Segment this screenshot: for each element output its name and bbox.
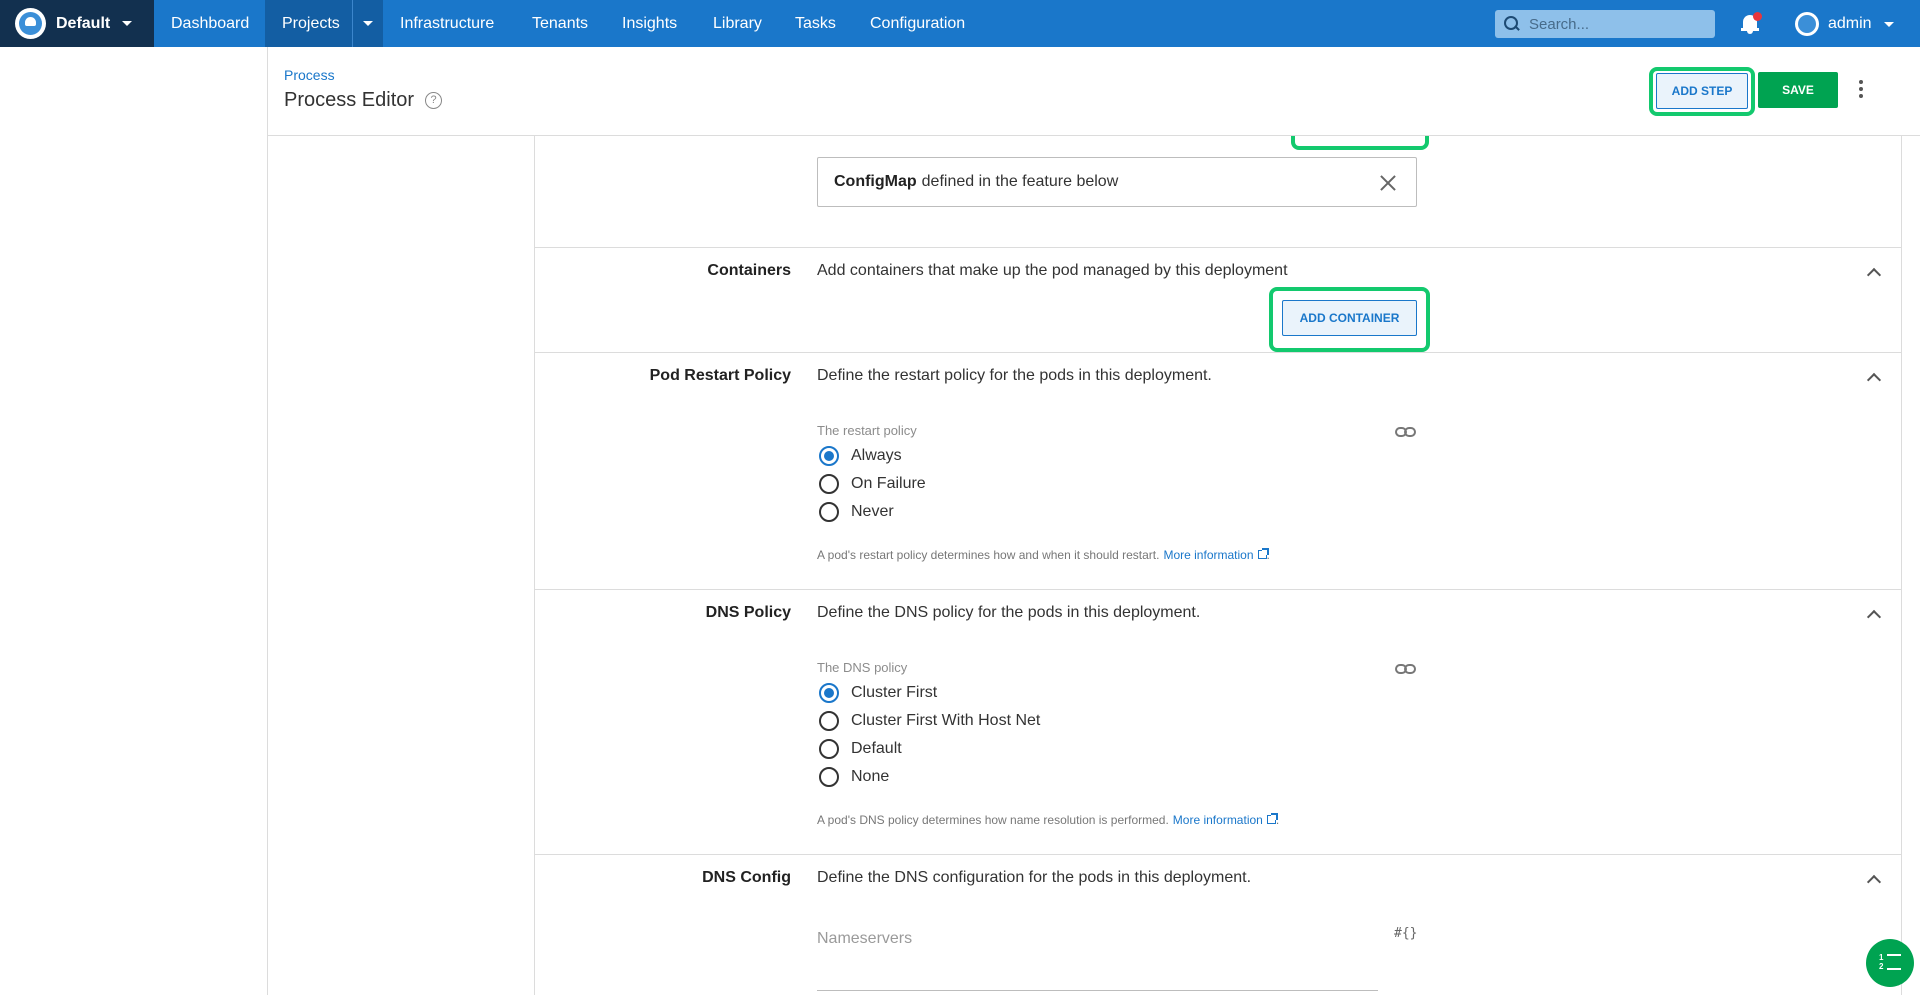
more-options-icon[interactable] xyxy=(1858,80,1864,100)
more-information-link[interactable]: More information xyxy=(1163,548,1253,562)
dns-policy-help: A pod's DNS policy determines how name r… xyxy=(817,813,1279,827)
section-divider xyxy=(534,854,1901,855)
dns-config-description: Define the DNS configuration for the pod… xyxy=(817,869,1252,886)
nav-tenants[interactable]: Tenants xyxy=(515,0,605,47)
avatar xyxy=(1795,12,1819,36)
content-left-border xyxy=(534,136,535,995)
section-divider xyxy=(534,352,1901,353)
chevron-down-icon xyxy=(363,21,373,26)
variable-binding-icon[interactable]: #{} xyxy=(1394,926,1417,941)
containers-label: Containers xyxy=(707,262,791,279)
notification-dot xyxy=(1753,12,1762,21)
radio-label: Default xyxy=(851,740,902,757)
add-container-button[interactable]: ADD CONTAINER xyxy=(1282,300,1417,336)
space-name: Default xyxy=(56,14,111,32)
dns-policy-label: DNS Policy xyxy=(705,604,791,621)
radio-label: Always xyxy=(851,447,902,464)
user-name: admin xyxy=(1828,15,1872,32)
radio-never[interactable]: Never xyxy=(819,502,894,522)
nav-tasks[interactable]: Tasks xyxy=(778,0,853,47)
radio-label: Cluster First With Host Net xyxy=(851,712,1041,729)
restart-policy-description: Define the restart policy for the pods i… xyxy=(817,367,1212,384)
radio-unselected-icon xyxy=(819,711,839,731)
radio-unselected-icon xyxy=(819,739,839,759)
link-icon[interactable] xyxy=(1395,427,1417,439)
chevron-down-icon xyxy=(122,21,133,26)
nav-insights[interactable]: Insights xyxy=(605,0,694,47)
dns-policy-description: Define the DNS policy for the pods in th… xyxy=(817,604,1201,621)
link-icon[interactable] xyxy=(1395,664,1417,676)
more-information-link[interactable]: More information xyxy=(1173,813,1263,827)
nav-configuration[interactable]: Configuration xyxy=(853,0,982,47)
task-list-button[interactable]: 12 xyxy=(1866,939,1914,987)
radio-cluster-first-host-net[interactable]: Cluster First With Host Net xyxy=(819,711,1040,731)
sidebar-divider xyxy=(267,47,268,995)
help-circle-icon[interactable]: ? xyxy=(425,92,442,109)
radio-always[interactable]: Always xyxy=(819,446,902,466)
external-link-icon xyxy=(1266,813,1278,824)
section-divider xyxy=(534,589,1901,590)
nav-dashboard[interactable]: Dashboard xyxy=(154,0,266,47)
radio-label: On Failure xyxy=(851,475,926,492)
task-list-icon: 12 xyxy=(1879,954,1901,972)
radio-label: Never xyxy=(851,503,894,520)
breadcrumb[interactable]: Process xyxy=(284,67,335,83)
nav-projects[interactable]: Projects xyxy=(265,0,357,47)
close-icon[interactable] xyxy=(1380,175,1396,191)
restart-policy-help: A pod's restart policy determines how an… xyxy=(817,548,1270,562)
chevron-up-icon[interactable] xyxy=(1867,371,1879,383)
octopus-logo-icon xyxy=(15,8,46,39)
nav-infrastructure[interactable]: Infrastructure xyxy=(383,0,511,47)
search-input[interactable] xyxy=(1529,15,1709,33)
nameservers-input[interactable]: Nameservers xyxy=(817,930,912,948)
add-step-button[interactable]: ADD STEP xyxy=(1656,73,1748,109)
projects-dropdown-button[interactable] xyxy=(352,0,383,47)
user-menu[interactable]: admin xyxy=(1795,10,1894,38)
radio-unselected-icon xyxy=(819,502,839,522)
radio-label: Cluster First xyxy=(851,684,938,701)
radio-label: None xyxy=(851,768,890,785)
save-button[interactable]: SAVE xyxy=(1758,72,1838,108)
restart-policy-field-label: The restart policy xyxy=(817,423,917,438)
chevron-up-icon[interactable] xyxy=(1867,873,1879,885)
chevron-up-icon[interactable] xyxy=(1867,608,1879,620)
bell-icon[interactable] xyxy=(1740,12,1762,35)
radio-cluster-first[interactable]: Cluster First xyxy=(819,683,937,703)
chevron-down-icon xyxy=(1883,21,1894,27)
content-right-border xyxy=(1901,136,1902,995)
help-text: A pod's restart policy determines how an… xyxy=(817,548,1160,562)
containers-description: Add containers that make up the pod mana… xyxy=(817,262,1288,279)
radio-selected-icon xyxy=(819,446,839,466)
page-title: Process Editor xyxy=(284,89,415,111)
config-map-field[interactable]: ConfigMap defined in the feature below xyxy=(817,157,1417,207)
chevron-up-icon[interactable] xyxy=(1867,266,1879,278)
radio-default[interactable]: Default xyxy=(819,739,902,759)
radio-none[interactable]: None xyxy=(819,767,889,787)
search-icon xyxy=(1504,16,1520,32)
config-map-text: defined in the feature below xyxy=(921,173,1119,190)
dns-config-label: DNS Config xyxy=(702,869,791,886)
restart-policy-label: Pod Restart Policy xyxy=(649,367,791,384)
top-nav: Default Dashboard Projects Infrastructur… xyxy=(0,0,1920,47)
nav-library[interactable]: Library xyxy=(696,0,779,47)
radio-unselected-icon xyxy=(819,767,839,787)
radio-selected-icon xyxy=(819,683,839,703)
radio-on-failure[interactable]: On Failure xyxy=(819,474,926,494)
nameservers-underline xyxy=(817,990,1378,991)
dns-policy-field-label: The DNS policy xyxy=(817,660,908,675)
radio-unselected-icon xyxy=(819,474,839,494)
help-text: A pod's DNS policy determines how name r… xyxy=(817,813,1169,827)
external-link-icon xyxy=(1257,548,1269,559)
space-switcher[interactable]: Default xyxy=(0,0,154,47)
section-divider xyxy=(534,247,1901,248)
config-map-name: ConfigMap xyxy=(834,173,917,190)
search-box[interactable] xyxy=(1495,10,1715,38)
